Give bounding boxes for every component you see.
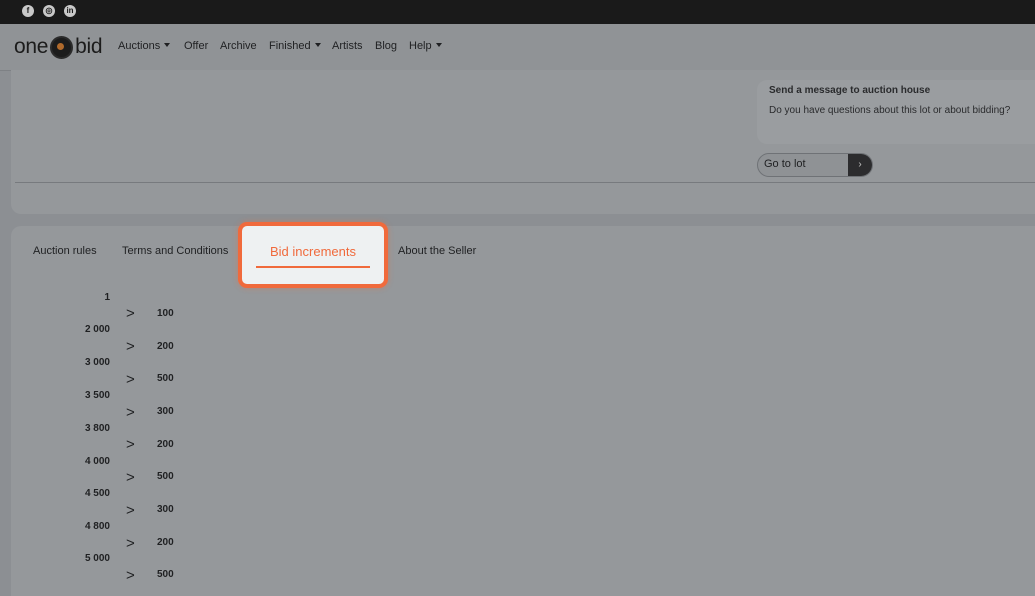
main-navbar: one bid Auctions Offer Archive Finished …: [0, 24, 1035, 71]
tab-bid-increments[interactable]: Bid increments: [238, 222, 388, 288]
logo-text-bid: bid: [75, 35, 103, 58]
increment-step: 500: [157, 569, 174, 580]
go-to-lot-label: Go to lot: [764, 158, 806, 170]
increment-threshold: 1: [104, 292, 110, 303]
tab-bid-increments-label: Bid increments: [270, 244, 356, 259]
arrow-right-icon[interactable]: ›: [848, 154, 872, 176]
greater-than-icon: >: [126, 371, 135, 388]
increment-step: 200: [157, 439, 174, 450]
greater-than-icon: >: [126, 436, 135, 453]
chevron-down-icon: [164, 43, 171, 47]
nav-item-auctions[interactable]: Auctions: [118, 40, 171, 52]
tab-about-the-seller[interactable]: About the Seller: [398, 245, 476, 257]
greater-than-icon: >: [126, 305, 135, 322]
increment-threshold: 3 500: [84, 390, 110, 401]
greater-than-icon: >: [126, 404, 135, 421]
increment-threshold: 3 800: [84, 423, 110, 434]
increment-threshold: 3 000: [84, 357, 110, 368]
increment-step: 300: [157, 406, 174, 417]
logo-mark-icon: [50, 35, 74, 59]
logo-text-one: one: [14, 35, 49, 58]
greater-than-icon: >: [126, 502, 135, 519]
increment-threshold: 4 000: [84, 456, 110, 467]
increment-threshold: 4 500: [84, 488, 110, 499]
linkedin-icon[interactable]: in: [64, 5, 76, 17]
nav-item-artists[interactable]: Artists: [332, 40, 363, 52]
facebook-icon[interactable]: f: [22, 5, 34, 17]
greater-than-icon: >: [126, 567, 135, 584]
tab-terms-and-conditions[interactable]: Terms and Conditions: [122, 245, 228, 257]
chevron-down-icon: [314, 43, 321, 47]
divider: [15, 182, 1035, 183]
increment-threshold: 2 000: [84, 324, 110, 335]
instagram-icon[interactable]: ◎: [43, 5, 55, 17]
message-title: Send a message to auction house: [769, 85, 931, 96]
increment-threshold: 5 000: [84, 553, 110, 564]
nav-item-blog[interactable]: Blog: [375, 40, 397, 52]
nav-item-finished[interactable]: Finished: [269, 40, 321, 52]
message-text: Do you have questions about this lot or …: [769, 105, 1011, 116]
nav-item-archive[interactable]: Archive: [220, 40, 257, 52]
greater-than-icon: >: [126, 338, 135, 355]
increment-step: 300: [157, 504, 174, 515]
tab-auction-rules[interactable]: Auction rules: [33, 245, 97, 257]
go-to-lot-control[interactable]: Go to lot ›: [757, 153, 873, 177]
increment-step: 200: [157, 341, 174, 352]
nav-item-help[interactable]: Help: [409, 40, 442, 52]
increment-step: 500: [157, 471, 174, 482]
top-bar: f ◎ in: [0, 0, 1035, 24]
increment-step: 500: [157, 373, 174, 384]
greater-than-icon: >: [126, 469, 135, 486]
chevron-down-icon: [435, 43, 442, 47]
greater-than-icon: >: [126, 535, 135, 552]
increment-threshold: 4 800: [84, 521, 110, 532]
active-tab-underline: [256, 266, 370, 268]
nav-item-offer[interactable]: Offer: [184, 40, 208, 52]
onebid-logo[interactable]: one bid: [14, 35, 103, 59]
increment-step: 200: [157, 537, 174, 548]
increment-step: 100: [157, 308, 174, 319]
